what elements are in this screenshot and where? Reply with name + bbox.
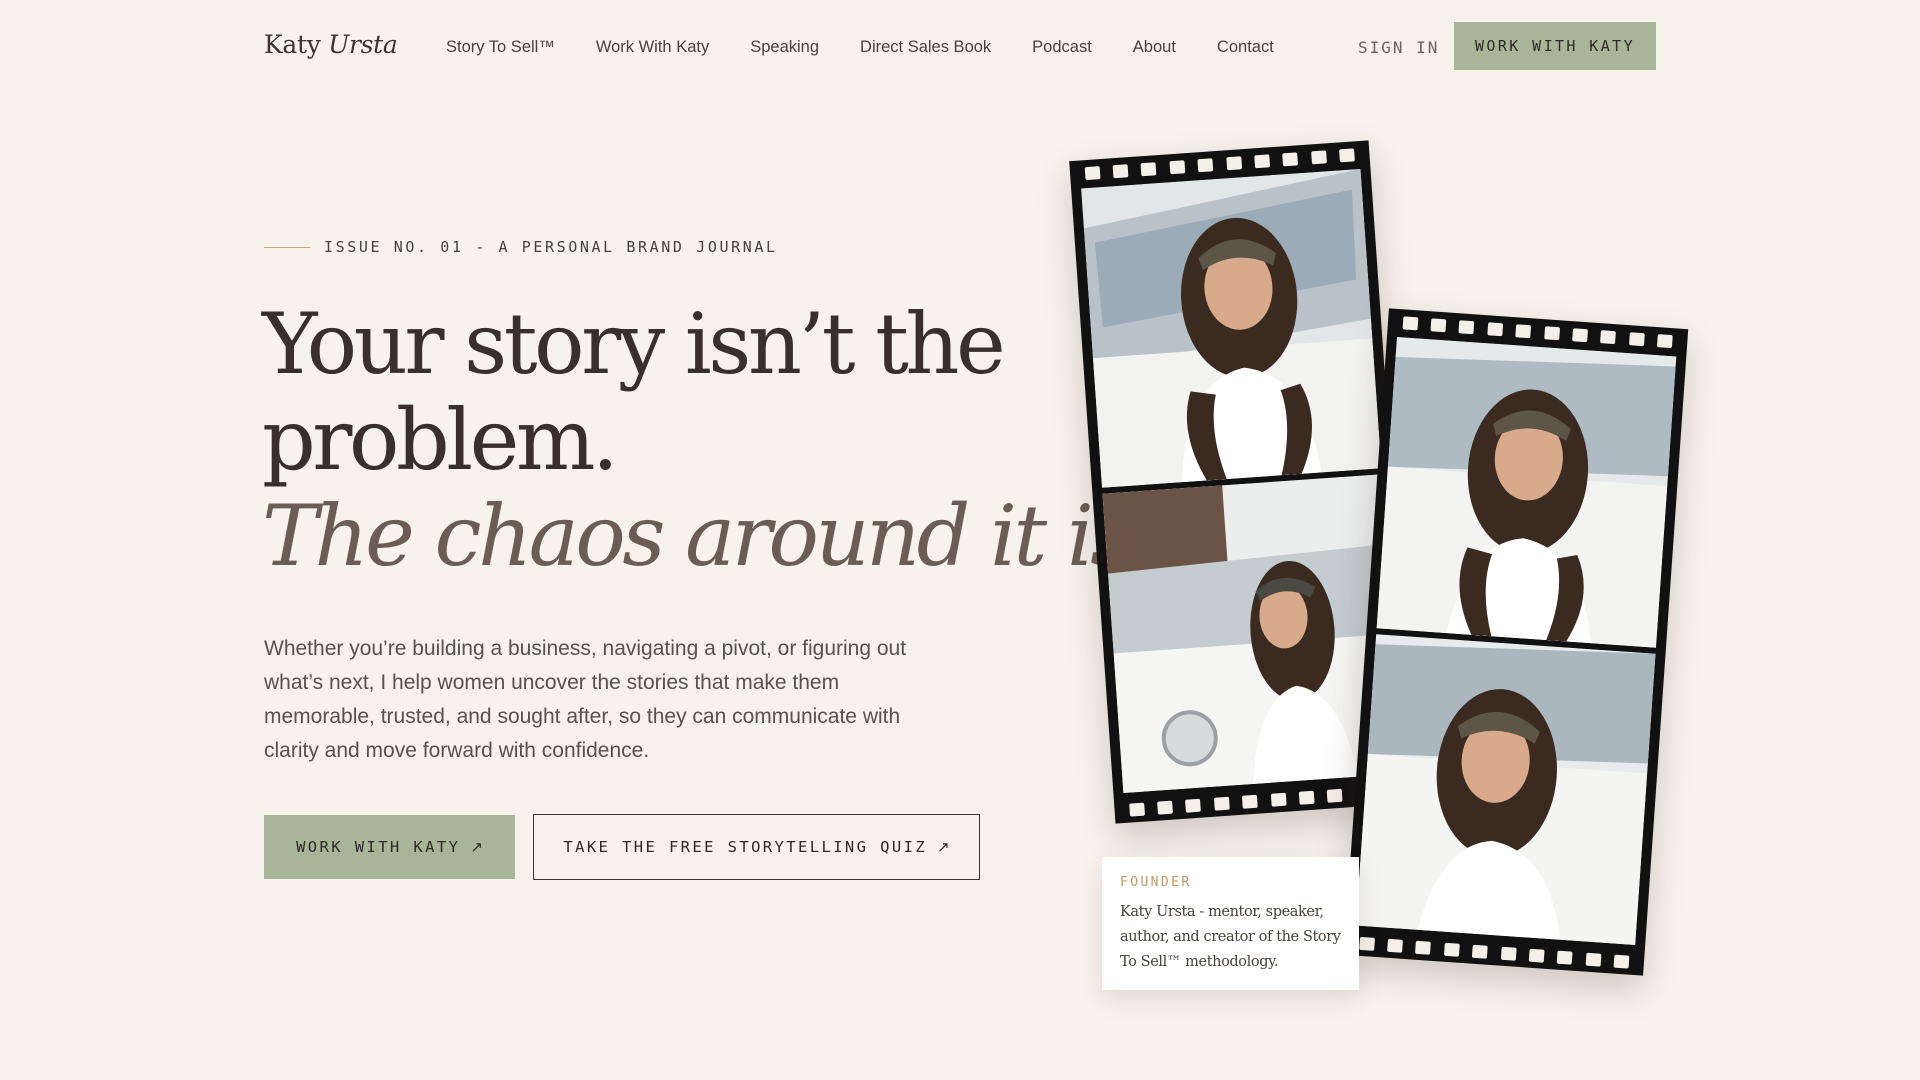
brand-first: Katy bbox=[264, 30, 321, 59]
sign-in-link[interactable]: SIGN IN bbox=[1358, 38, 1439, 57]
nav-speaking[interactable]: Speaking bbox=[750, 38, 819, 57]
arrow-up-right-icon: ↗ bbox=[470, 838, 483, 856]
nav-about[interactable]: About bbox=[1133, 38, 1176, 57]
founder-text: Katy Ursta - mentor, speaker, author, an… bbox=[1120, 904, 1341, 970]
brand-logo[interactable]: Katy Ursta bbox=[264, 30, 398, 59]
photo-frame-1 bbox=[1081, 168, 1382, 488]
nav-podcast[interactable]: Podcast bbox=[1032, 38, 1092, 57]
eyebrow-text: ISSUE NO. 01 - A PERSONAL BRAND JOURNAL bbox=[324, 238, 778, 256]
hero-headline: Your story isn’t the problem. The chaos … bbox=[262, 296, 1162, 584]
main-nav: Story To Sell™ Work With Katy Speaking D… bbox=[446, 38, 1315, 57]
nav-direct-sales-book[interactable]: Direct Sales Book bbox=[860, 38, 991, 57]
hero-body: Whether you’re building a business, navi… bbox=[264, 637, 907, 762]
header-work-with-katy-button[interactable]: WORK WITH KATY bbox=[1454, 22, 1656, 70]
work-with-katy-label: WORK WITH KATY bbox=[296, 838, 461, 856]
film-strip-right bbox=[1343, 308, 1689, 976]
headline-line-3: The chaos around it is. bbox=[262, 487, 1157, 585]
eyebrow: ISSUE NO. 01 - A PERSONAL BRAND JOURNAL bbox=[264, 238, 778, 256]
eyebrow-rule bbox=[264, 246, 310, 248]
photo-frame-4 bbox=[1355, 634, 1656, 946]
headline-line-1: Your story isn’t the bbox=[262, 295, 1006, 393]
work-with-katy-button[interactable]: WORK WITH KATY ↗ bbox=[264, 815, 515, 879]
brand-last: Ursta bbox=[328, 30, 398, 59]
storytelling-quiz-label: TAKE THE FREE STORYTELLING QUIZ bbox=[563, 838, 928, 856]
photo-laughing bbox=[1081, 168, 1382, 488]
photo-wink bbox=[1355, 634, 1656, 946]
arrow-up-right-icon: ↗ bbox=[937, 838, 950, 856]
founder-card: FOUNDER Katy Ursta - mentor, speaker, au… bbox=[1102, 857, 1359, 990]
founder-label: FOUNDER bbox=[1120, 875, 1192, 890]
nav-work-with-katy[interactable]: Work With Katy bbox=[596, 38, 709, 57]
storytelling-quiz-button[interactable]: TAKE THE FREE STORYTELLING QUIZ ↗ bbox=[533, 814, 980, 880]
photo-smiling bbox=[1376, 336, 1677, 648]
headline-line-2: problem. bbox=[262, 391, 619, 489]
nav-contact[interactable]: Contact bbox=[1217, 38, 1274, 57]
page: Katy Ursta Story To Sell™ Work With Katy… bbox=[0, 0, 1920, 1080]
photo-frame-3 bbox=[1376, 336, 1677, 648]
nav-story-to-sell[interactable]: Story To Sell™ bbox=[446, 38, 555, 57]
